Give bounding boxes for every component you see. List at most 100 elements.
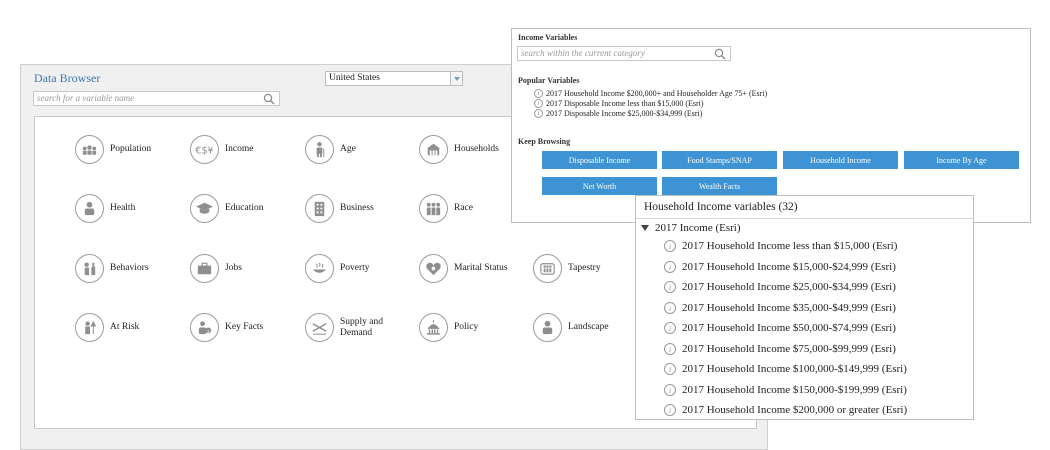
browse-wealth-facts-button[interactable]: Wealth Facts	[662, 177, 777, 195]
search-icon[interactable]	[714, 48, 726, 60]
poverty-icon	[305, 254, 334, 283]
info-icon[interactable]: i	[664, 322, 676, 334]
category-race[interactable]: Race	[419, 194, 473, 223]
search-icon[interactable]	[263, 93, 275, 105]
category-behaviors[interactable]: Behaviors	[75, 254, 149, 283]
category-business[interactable]: Business	[305, 194, 374, 223]
variable-list-item[interactable]: i 2017 Household Income $35,000-$49,999 …	[664, 302, 896, 314]
info-icon[interactable]: i	[664, 404, 676, 416]
variable-search-placeholder: search for a variable name	[37, 93, 135, 103]
category-marital-status[interactable]: Marital Status	[419, 254, 508, 283]
chevron-down-icon[interactable]	[450, 72, 462, 85]
category-at-risk[interactable]: At Risk	[75, 313, 139, 342]
behaviors-icon	[75, 254, 104, 283]
variable-list-item[interactable]: i 2017 Household Income $75,000-$99,999 …	[664, 343, 896, 355]
variable-list-item[interactable]: i 2017 Household Income $15,000-$24,999 …	[664, 261, 896, 273]
data-browser-title: Data Browser	[34, 71, 101, 85]
info-icon[interactable]: i	[534, 89, 543, 98]
age-icon	[305, 135, 334, 164]
category-tapestry[interactable]: Tapestry	[533, 254, 601, 283]
browse-net-worth-button[interactable]: Net Worth	[542, 177, 657, 195]
category-label: Income	[225, 144, 254, 154]
category-age[interactable]: Age	[305, 135, 356, 164]
browse-income-by-age-button[interactable]: Income By Age	[904, 151, 1019, 169]
variable-label: 2017 Household Income $35,000-$49,999 (E…	[682, 302, 896, 314]
variable-list-item[interactable]: i 2017 Household Income $200,000 or grea…	[664, 404, 907, 416]
info-icon[interactable]: i	[664, 281, 676, 293]
variable-label: 2017 Household Income $25,000-$34,999 (E…	[682, 281, 896, 293]
info-icon[interactable]: i	[534, 109, 543, 118]
popular-variable-item[interactable]: i 2017 Disposable Income less than $15,0…	[534, 99, 704, 108]
variable-label: 2017 Household Income $150,000-$199,999 …	[682, 384, 907, 396]
category-label: Landscape	[568, 322, 609, 332]
category-education[interactable]: Education	[190, 194, 264, 223]
variable-label: 2017 Household Income $200,000 or greate…	[682, 404, 908, 416]
country-select[interactable]: United States	[325, 71, 463, 86]
category-landscape[interactable]: Landscape	[533, 313, 609, 342]
category-supply-demand[interactable]: Supply and Demand	[305, 313, 388, 342]
info-icon[interactable]: i	[664, 343, 676, 355]
country-select-value: United States	[329, 73, 380, 83]
variable-label: 2017 Household Income $100,000-$149,999 …	[682, 363, 907, 375]
category-label: Tapestry	[568, 263, 601, 273]
variable-list-item[interactable]: i 2017 Household Income $100,000-$149,99…	[664, 363, 907, 375]
education-icon	[190, 194, 219, 223]
category-policy[interactable]: Policy	[419, 313, 478, 342]
category-label: At Risk	[110, 322, 140, 332]
business-icon	[305, 194, 334, 223]
category-key-facts[interactable]: $ Key Facts	[190, 313, 263, 342]
at-risk-icon	[75, 313, 104, 342]
info-icon[interactable]: i	[534, 99, 543, 108]
category-label: Education	[225, 203, 264, 213]
panel-divider	[636, 218, 973, 219]
variable-label: 2017 Household Income less than $15,000 …	[682, 240, 898, 252]
variable-label: 2017 Household Income $75,000-$99,999 (E…	[682, 343, 896, 355]
jobs-icon	[190, 254, 219, 283]
category-search-input[interactable]: search within the current category	[517, 46, 731, 61]
popular-variable-label: 2017 Disposable Income $25,000-$34,999 (…	[546, 109, 703, 118]
category-label: Age	[340, 144, 356, 154]
browse-food-stamps-button[interactable]: Food Stamps/SNAP	[662, 151, 777, 169]
category-label: Behaviors	[110, 263, 149, 273]
variable-list-item[interactable]: i 2017 Household Income $25,000-$34,999 …	[664, 281, 896, 293]
category-population[interactable]: Population	[75, 135, 151, 164]
caret-down-icon[interactable]	[641, 225, 649, 231]
category-label: Households	[454, 144, 499, 154]
category-label: Policy	[454, 322, 479, 332]
variable-search-input[interactable]: search for a variable name	[33, 91, 280, 106]
category-health[interactable]: Health	[75, 194, 135, 223]
svg-text:€$¥: €$¥	[195, 145, 213, 156]
category-label: Key Facts	[225, 322, 264, 332]
variable-list-item[interactable]: i 2017 Household Income less than $15,00…	[664, 240, 897, 252]
info-icon[interactable]: i	[664, 240, 676, 252]
supply-demand-icon	[305, 313, 334, 342]
category-jobs[interactable]: Jobs	[190, 254, 242, 283]
variable-list-item[interactable]: i 2017 Household Income $150,000-$199,99…	[664, 384, 907, 396]
keep-browsing-heading: Keep Browsing	[518, 137, 571, 146]
income-variables-title: Income Variables	[518, 33, 578, 42]
race-icon	[419, 194, 448, 223]
category-poverty[interactable]: Poverty	[305, 254, 370, 283]
info-icon[interactable]: i	[664, 363, 676, 375]
browse-household-income-button[interactable]: Household Income	[783, 151, 898, 169]
population-icon	[75, 135, 104, 164]
category-income[interactable]: €$¥ Income	[190, 135, 254, 164]
info-icon[interactable]: i	[664, 384, 676, 396]
policy-icon	[419, 313, 448, 342]
household-income-title: Household Income variables (32)	[644, 201, 798, 213]
info-icon[interactable]: i	[664, 261, 676, 273]
popular-variable-item[interactable]: i 2017 Disposable Income $25,000-$34,999…	[534, 109, 702, 118]
households-icon	[419, 135, 448, 164]
variable-list-item[interactable]: i 2017 Household Income $50,000-$74,999 …	[664, 322, 896, 334]
key-facts-icon: $	[190, 313, 219, 342]
category-search-placeholder: search within the current category	[521, 48, 645, 58]
variable-label: 2017 Household Income $15,000-$24,999 (E…	[682, 261, 896, 273]
popular-variable-item[interactable]: i 2017 Household Income $200,000+ and Ho…	[534, 89, 767, 98]
browse-disposable-income-button[interactable]: Disposable Income	[542, 151, 657, 169]
info-icon[interactable]: i	[664, 302, 676, 314]
category-label: Health	[110, 203, 136, 213]
income-group-toggle[interactable]: 2017 Income (Esri)	[641, 222, 741, 234]
category-households[interactable]: Households	[419, 135, 499, 164]
popular-variable-label: 2017 Disposable Income less than $15,000…	[546, 99, 704, 108]
category-label: Race	[454, 203, 473, 213]
